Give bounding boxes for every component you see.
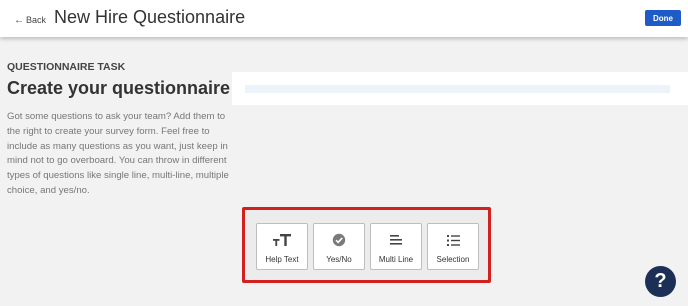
yes-no-label: Yes/No <box>326 255 352 264</box>
section-label: QUESTIONNAIRE TASK <box>7 61 126 73</box>
back-link[interactable]: ← Back <box>14 15 46 25</box>
check-circle-icon <box>332 232 346 248</box>
question-type-toolbar: Help Text Yes/No Multi Line Selection <box>256 223 479 270</box>
help-text-button[interactable]: Help Text <box>256 223 308 270</box>
question-mark-icon: ? <box>654 270 667 292</box>
selection-label: Selection <box>436 255 470 264</box>
help-button[interactable]: ? <box>645 266 676 297</box>
questionnaire-title-placeholder <box>245 85 670 93</box>
questionnaire-preview-card <box>232 72 688 105</box>
multi-line-button[interactable]: Multi Line <box>370 223 422 270</box>
description-text: Got some questions to ask your team? Add… <box>7 111 229 196</box>
text-format-icon <box>272 232 292 248</box>
multi-line-icon <box>389 232 403 248</box>
list-icon <box>446 232 461 248</box>
top-bar: ← Back New Hire Questionnaire Done <box>0 0 688 37</box>
page-heading: Create your questionnaire <box>7 78 231 98</box>
selection-button[interactable]: Selection <box>427 223 479 270</box>
back-label: Back <box>26 15 47 25</box>
page-title: New Hire Questionnaire <box>54 7 246 27</box>
back-arrow-icon: ← <box>14 14 24 26</box>
yes-no-button[interactable]: Yes/No <box>313 223 365 270</box>
multi-line-label: Multi Line <box>378 255 414 264</box>
help-text-label: Help Text <box>265 255 299 264</box>
done-button[interactable]: Done <box>645 10 681 26</box>
